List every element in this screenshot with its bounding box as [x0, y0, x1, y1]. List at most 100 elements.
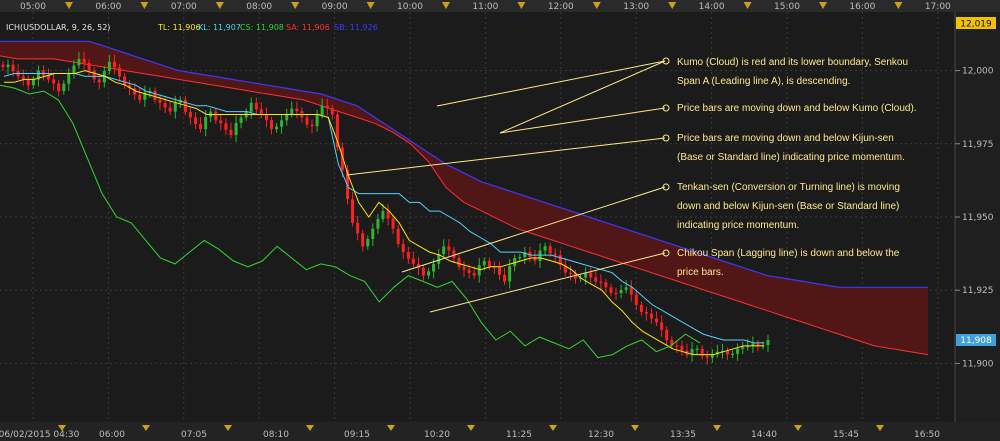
legend-instrument: ICH(USDOLLAR, 9, 26, 52)	[6, 23, 110, 32]
top-time-tick: 17:00	[925, 2, 951, 12]
candle-body	[62, 83, 66, 92]
candle-body	[57, 83, 61, 92]
annotation-text: indicating price momentum.	[677, 220, 799, 231]
candle-body	[472, 272, 476, 276]
candle-body	[87, 62, 91, 71]
candle-body	[77, 58, 81, 66]
candle-body	[305, 117, 309, 125]
ichimoku-chart: Kumo (Cloud) is red and its lower bounda…	[0, 0, 1000, 441]
candle-body	[194, 117, 198, 124]
candle-body	[589, 272, 593, 278]
candle-body	[158, 99, 162, 103]
candle-body	[376, 219, 380, 229]
top-time-tick: 05:00	[20, 2, 46, 12]
candle-body	[356, 222, 360, 234]
annotation-text: Span A (Leading line A), is descending.	[677, 76, 850, 87]
annotation-text: price bars.	[677, 267, 724, 278]
bottom-time-tick: 10:20	[424, 430, 450, 440]
bottom-time-tick: 14:40	[751, 430, 777, 440]
bottom-time-tick: 06:00	[99, 430, 125, 440]
candle-body	[411, 258, 415, 264]
candle-body	[381, 211, 385, 220]
price-axis: 12,000 11,975 11,950 11,925 11,900 12,019 11,9…	[954, 12, 1000, 422]
candle-body	[92, 70, 96, 80]
candle-body	[138, 94, 142, 100]
candle-body	[72, 65, 76, 74]
candle-body	[604, 282, 608, 288]
candle-body	[736, 348, 740, 354]
candle-body	[320, 105, 324, 115]
candle-body	[52, 79, 56, 84]
candle-body	[695, 348, 699, 350]
annotation-text: Kumo (Cloud) is red and its lower bounda…	[677, 57, 908, 68]
candle-body	[508, 266, 512, 282]
candle-body	[112, 61, 116, 68]
price-tick-label: 12,000	[962, 67, 994, 77]
legend-kl: KL: 11,907	[198, 23, 241, 32]
candle-body	[224, 123, 228, 130]
candle-body	[624, 287, 628, 290]
candle-body	[650, 313, 654, 319]
candle-body	[457, 258, 461, 267]
candle-body	[254, 102, 258, 110]
candle-body	[366, 238, 370, 247]
candle-body	[518, 257, 522, 259]
candle-body	[310, 124, 314, 127]
top-time-tick: 07:00	[171, 2, 197, 12]
candle-body	[386, 211, 390, 219]
candle-body	[229, 129, 233, 135]
candle-body	[421, 267, 425, 276]
current-price-tag-label: 11,908	[960, 336, 992, 346]
candle-body	[741, 347, 745, 349]
candle-body	[391, 218, 395, 229]
candle-body	[675, 345, 679, 347]
candle-body	[482, 260, 486, 266]
candle-body	[665, 329, 669, 340]
candle-body	[594, 277, 598, 282]
candle-body	[239, 117, 243, 123]
candle-body	[163, 102, 167, 108]
candle-body	[553, 253, 557, 256]
annotation-text: Chikou Span (Lagging line) is down and b…	[677, 248, 900, 259]
candle-body	[452, 250, 456, 258]
candle-body	[543, 246, 547, 251]
annotation-text: down and below Kijun-sen (Base or Standa…	[677, 201, 899, 212]
candle-body	[766, 340, 770, 345]
price-tick-label: 11,950	[962, 213, 994, 223]
candle-body	[168, 107, 172, 112]
candle-body	[1, 64, 5, 68]
candle-body	[315, 114, 319, 127]
candle-body	[477, 265, 481, 276]
candle-body	[498, 266, 502, 275]
bottom-time-tick: 12:30	[588, 430, 614, 440]
candle-body	[538, 250, 542, 261]
annotation-text: Tenkan-sen (Conversion or Turning line) …	[677, 182, 900, 193]
candle-body	[290, 108, 294, 114]
candle-body	[153, 91, 157, 100]
top-time-tick: 13:00	[623, 2, 649, 12]
candle-body	[330, 108, 334, 115]
bottom-time-axis: 06/02/2015 04:30 06:00 07:05 08:10 09:15 10:2…	[0, 422, 1000, 441]
candle-body	[462, 266, 466, 270]
candle-body	[634, 294, 638, 305]
candle-body	[199, 123, 203, 130]
bottom-time-tick: 09:15	[344, 430, 370, 440]
candle-body	[123, 76, 127, 86]
candle-body	[599, 281, 603, 283]
price-tick-label: 11,900	[962, 359, 994, 369]
legend-sb: SB: 11,926	[334, 23, 378, 32]
top-time-tick: 14:00	[699, 2, 725, 12]
candle-body	[442, 246, 446, 255]
top-time-axis: 05:00 06:00 07:00 08:00 09:00 10:00 11:00 12:00…	[0, 0, 1000, 12]
candle-body	[117, 67, 121, 77]
candle-body	[214, 111, 218, 121]
candle-body	[447, 246, 451, 251]
candle-body	[396, 228, 400, 244]
candle-body	[705, 355, 709, 358]
legend-cs: CS: 11,908	[240, 23, 284, 32]
top-time-tick: 12:00	[548, 2, 574, 12]
candle-body	[731, 353, 735, 355]
candle-body	[487, 260, 491, 267]
candle-body	[97, 79, 101, 83]
candle-body	[351, 199, 355, 223]
